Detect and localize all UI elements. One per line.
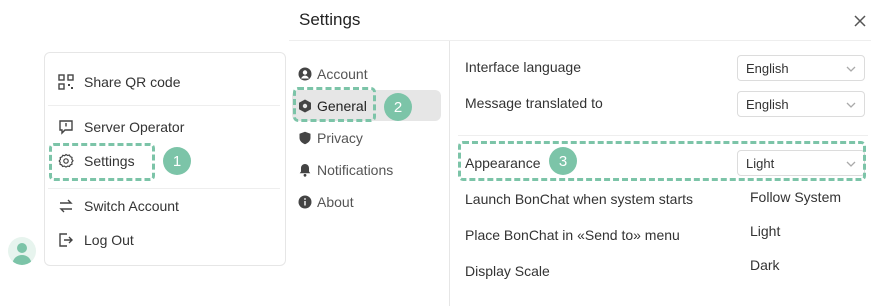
menu-item-server-operator[interactable]: Server Operator: [58, 117, 268, 137]
menu-item-label: Log Out: [84, 232, 134, 248]
menu-divider: [48, 188, 280, 189]
message-translated-label: Message translated to: [465, 95, 603, 111]
close-button[interactable]: [852, 13, 868, 29]
appearance-option-dark[interactable]: Dark: [750, 257, 780, 273]
menu-divider: [48, 105, 280, 106]
close-icon: [854, 15, 866, 27]
nav-item-label: Notifications: [317, 162, 394, 178]
menu-item-label: Share QR code: [84, 74, 181, 90]
nav-item-label: About: [317, 194, 354, 210]
logout-icon: [58, 232, 74, 248]
menu-item-switch-account[interactable]: Switch Account: [58, 196, 268, 216]
nav-item-about[interactable]: About: [298, 192, 438, 212]
callout-badge-2: 2: [384, 93, 412, 121]
section-divider: [458, 135, 868, 136]
swap-arrows-icon: [58, 198, 74, 214]
menu-item-label: Switch Account: [84, 198, 179, 214]
menu-item-share-qr[interactable]: Share QR code: [58, 72, 268, 92]
nav-item-label: Privacy: [317, 130, 363, 146]
select-value: English: [746, 96, 789, 112]
nav-item-notifications[interactable]: Notifications: [298, 160, 438, 180]
avatar[interactable]: [8, 237, 36, 265]
chevron-down-icon: [846, 98, 856, 113]
menu-item-log-out[interactable]: Log Out: [58, 230, 268, 250]
select-value: English: [746, 60, 789, 76]
highlight-general: [293, 87, 376, 122]
shield-icon: [298, 131, 312, 145]
display-scale-label: Display Scale: [465, 263, 550, 279]
nav-item-privacy[interactable]: Privacy: [298, 128, 438, 148]
launch-on-start-label: Launch BonChat when system starts: [465, 191, 694, 207]
bell-icon: [298, 163, 312, 177]
menu-item-label: Server Operator: [84, 119, 185, 135]
nav-item-label: Account: [317, 66, 368, 82]
send-to-menu-label: Place BonChat in «Send to» menu: [465, 227, 680, 243]
user-circle-icon: [298, 67, 312, 81]
appearance-option-light[interactable]: Light: [750, 223, 780, 239]
callout-badge-1: 1: [163, 147, 191, 175]
message-translated-select[interactable]: English: [737, 91, 865, 117]
appearance-option-follow-system[interactable]: Follow System: [750, 189, 841, 205]
settings-title: Settings: [299, 10, 361, 29]
highlight-settings: [49, 143, 155, 181]
qr-code-icon: [58, 74, 74, 90]
callout-badge-3: 3: [549, 147, 577, 175]
interface-language-select[interactable]: English: [737, 55, 865, 81]
interface-language-label: Interface language: [465, 59, 581, 75]
chevron-down-icon: [846, 62, 856, 77]
info-icon: [298, 195, 312, 209]
chat-info-icon: [58, 119, 74, 135]
highlight-appearance: [458, 141, 866, 181]
nav-item-account[interactable]: Account: [298, 64, 438, 84]
